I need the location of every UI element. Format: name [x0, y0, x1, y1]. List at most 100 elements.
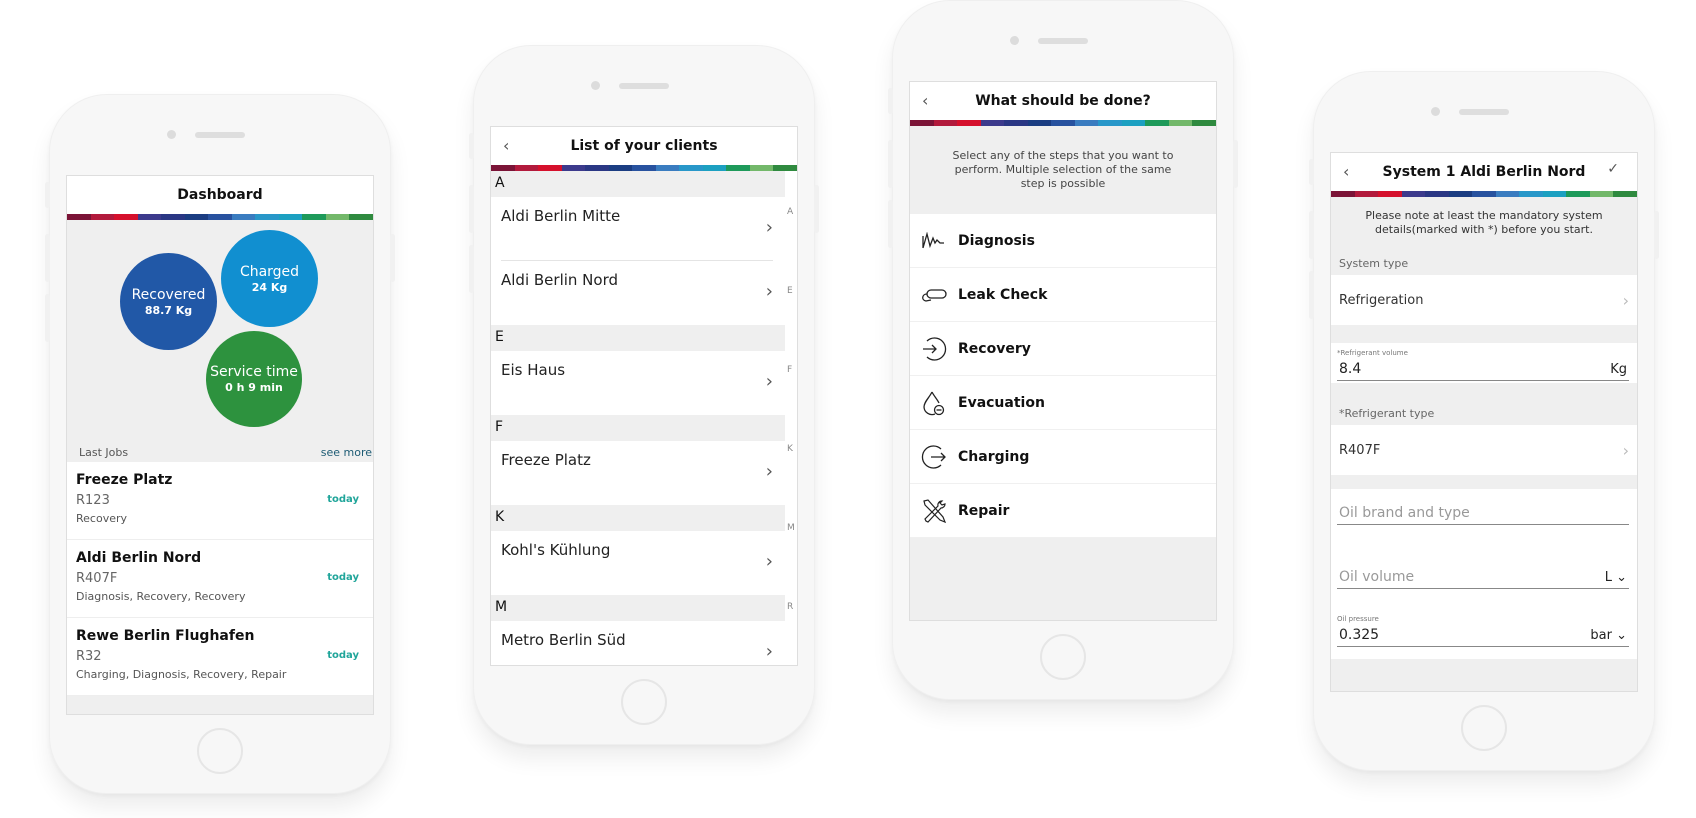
clients-screen: ‹ List of your clients A Aldi Berlin Mit… [490, 126, 798, 666]
brand-bar-segment [1425, 191, 1449, 197]
charged-bubble[interactable]: Charged 24 Kg [221, 230, 318, 327]
chevron-right-icon: › [1622, 440, 1629, 460]
mute-switch [469, 133, 474, 159]
recovery-icon [910, 336, 958, 362]
client-item[interactable]: Metro Berlin Süd › [491, 621, 787, 665]
step-leak-check[interactable]: Leak Check [910, 268, 1216, 322]
brand-bar [910, 120, 1216, 126]
front-camera [1431, 107, 1440, 116]
client-item[interactable]: Aldi Berlin Mitte › [491, 197, 787, 261]
front-camera [1010, 36, 1019, 45]
client-item[interactable]: Freeze Platz › [491, 441, 787, 505]
power-button [390, 234, 395, 282]
stats-bubbles: Recovered 88.7 Kg Charged 24 Kg Service … [67, 220, 373, 442]
index-letter[interactable]: M [787, 523, 795, 533]
back-button[interactable]: ‹ [503, 136, 509, 155]
power-button [1654, 211, 1659, 259]
page-title: Dashboard [177, 187, 263, 203]
job-item[interactable]: Rewe Berlin Flughafen R32 Charging, Diag… [67, 618, 373, 696]
steps-list: Diagnosis Leak Check Recovery Evacuation [910, 214, 1216, 538]
steps-screen: ‹ What should be done? Select any of the… [909, 81, 1217, 621]
last-jobs-header: Last Jobs see more [67, 442, 373, 462]
oil-volume-input[interactable]: Oil volume [1339, 569, 1414, 585]
client-item[interactable]: Aldi Berlin Nord › [491, 261, 787, 325]
last-jobs-label: Last Jobs [79, 445, 129, 459]
chevron-right-icon: › [1622, 290, 1629, 310]
oil-pressure-field[interactable]: Oil pressure 0.325 bar ⌄ [1331, 599, 1637, 659]
job-item[interactable]: Freeze Platz R123 Recovery today [67, 462, 373, 540]
brand-bar-segment [1192, 120, 1216, 126]
mute-switch [888, 88, 893, 114]
speaker [1459, 109, 1509, 115]
oil-volume-unit-select[interactable]: L ⌄ [1605, 570, 1627, 585]
brand-bar-segment [1074, 120, 1099, 126]
refrigerant-type-select[interactable]: R407F › [1331, 425, 1637, 475]
index-letter[interactable]: R [787, 602, 793, 612]
refrigerant-type-label: *Refrigerant type [1339, 407, 1435, 420]
chevron-down-icon: ⌄ [1616, 570, 1627, 585]
brand-bar-segment [1354, 191, 1379, 197]
last-jobs-list: Freeze Platz R123 Recovery today Aldi Be… [67, 462, 373, 696]
confirm-check-icon[interactable]: ✓ [1607, 161, 1619, 177]
job-item[interactable]: Aldi Berlin Nord R407F Diagnosis, Recove… [67, 540, 373, 618]
step-repair[interactable]: Repair [910, 484, 1216, 538]
client-name: Eis Haus [501, 361, 566, 379]
brand-bar-segment [1495, 191, 1520, 197]
index-letter[interactable]: E [787, 286, 793, 296]
client-item[interactable]: Kohl's Kühlung › [491, 531, 787, 595]
job-steps: Charging, Diagnosis, Recovery, Repair [76, 668, 287, 681]
phone-system-details: ‹ System 1 Aldi Berlin Nord ✓ Please not… [1309, 71, 1659, 771]
step-label: Diagnosis [958, 232, 1035, 249]
page-title: System 1 Aldi Berlin Nord [1382, 164, 1586, 180]
client-name: Aldi Berlin Nord [501, 271, 619, 289]
client-name: Aldi Berlin Mitte [501, 207, 621, 225]
step-diagnosis[interactable]: Diagnosis [910, 214, 1216, 268]
client-name: Freeze Platz [501, 451, 591, 469]
oil-volume-unit: L [1604, 570, 1612, 585]
client-item[interactable]: Eis Haus › [491, 351, 787, 415]
step-charging[interactable]: Charging [910, 430, 1216, 484]
brand-bar-segment [1472, 191, 1496, 197]
step-label: Repair [958, 502, 1010, 519]
service-time-bubble[interactable]: Service time 0 h 9 min [206, 331, 302, 427]
leak-check-icon [910, 287, 958, 303]
step-evacuation[interactable]: Evacuation [910, 376, 1216, 430]
job-refrigerant: R32 [76, 649, 102, 664]
system-type-select[interactable]: Refrigeration › [1331, 275, 1637, 325]
speaker [1038, 38, 1088, 44]
brand-bar-segment [957, 120, 981, 126]
back-button[interactable]: ‹ [1343, 162, 1349, 181]
index-letter[interactable]: K [787, 444, 793, 454]
oil-volume-field[interactable]: Oil volume L ⌄ [1331, 535, 1637, 599]
step-recovery[interactable]: Recovery [910, 322, 1216, 376]
oil-pressure-unit-select[interactable]: bar ⌄ [1590, 628, 1627, 643]
job-date: today [327, 494, 359, 505]
oil-brand-input[interactable]: Oil brand and type [1339, 505, 1470, 521]
see-more-link[interactable]: see more [321, 446, 372, 459]
brand-bar-segment [1589, 191, 1614, 197]
back-button[interactable]: ‹ [922, 91, 928, 110]
brand-bar-segment [1519, 191, 1543, 197]
recovered-bubble[interactable]: Recovered 88.7 Kg [120, 253, 217, 350]
refrigerant-volume-input[interactable]: 8.4 [1339, 361, 1361, 377]
charged-value: 24 Kg [251, 280, 288, 294]
page-title: What should be done? [975, 93, 1151, 109]
chevron-right-icon: › [765, 461, 773, 482]
speaker [619, 83, 669, 89]
oil-pressure-input[interactable]: 0.325 [1339, 627, 1379, 643]
refrigerant-volume-field[interactable]: *Refrigerant volume 8.4 Kg [1331, 343, 1637, 383]
oil-brand-field[interactable]: Oil brand and type [1331, 489, 1637, 535]
chevron-right-icon: › [765, 281, 773, 302]
section-header: A [491, 171, 787, 197]
index-letter[interactable]: F [787, 365, 792, 375]
refrigerant-volume-label: *Refrigerant volume [1337, 349, 1408, 357]
phone-dashboard: Dashboard Recovered 88.7 Kg Charged 24 K… [45, 94, 395, 794]
index-letter[interactable]: A [787, 207, 793, 217]
steps-header: ‹ What should be done? [910, 82, 1216, 120]
step-label: Charging [958, 448, 1030, 465]
front-camera [591, 81, 600, 90]
brand-bar-segment [980, 120, 1005, 126]
alphabet-index[interactable]: A E F K M R [785, 171, 797, 665]
brand-bar-segment [1542, 191, 1567, 197]
